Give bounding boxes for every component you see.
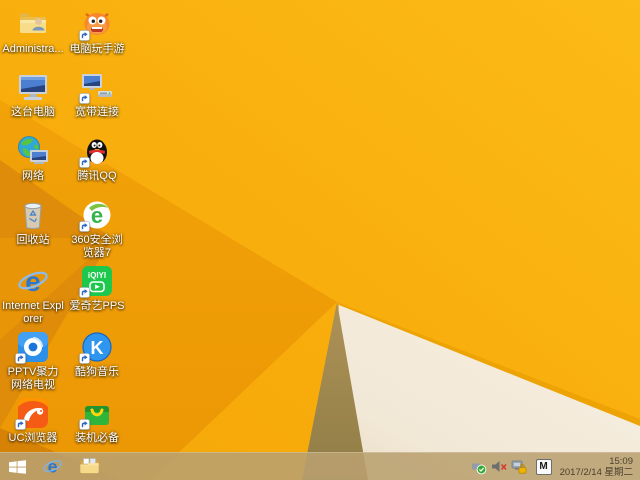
desktop-icon-network[interactable]: 网络 (2, 134, 64, 183)
taskbar-file-explorer-button[interactable] (71, 453, 108, 480)
desktop-icon-label: 酷狗音乐 (75, 366, 119, 378)
desktop-icon-label: UC浏览器 (8, 432, 58, 444)
pptv-icon (15, 330, 51, 364)
svg-text:e: e (25, 266, 41, 297)
desktop-icon-broadband-connection[interactable]: 宽带连接 (66, 70, 128, 119)
desktop-icon-label: PPTV聚力 网络电视 (7, 366, 59, 391)
svg-text:e: e (48, 456, 58, 476)
desktop-icon-pc-mobile-games[interactable]: 电脑玩手游 (66, 7, 128, 56)
desktop-icon-tencent-qq[interactable]: 腾讯QQ (66, 134, 128, 183)
desktop: Administra... 电脑玩手游 这台电脑 宽带连接 网络 腾讯QQ 回收站 e 360安… (0, 0, 640, 480)
recycle-bin-icon (15, 198, 51, 232)
desktop-icon-label: 腾讯QQ (77, 170, 117, 182)
desktop-icon-label: 这台电脑 (11, 106, 55, 118)
windows-logo-icon (8, 459, 26, 474)
uc-icon (15, 396, 51, 430)
desktop-icon-label: 网络 (22, 170, 44, 182)
monster-icon (79, 7, 115, 41)
safely-remove-hardware-icon[interactable] (471, 458, 488, 475)
desktop-icon-label: 电脑玩手游 (69, 43, 125, 55)
desktop-icon-pptv[interactable]: PPTV聚力 网络电视 (2, 330, 64, 391)
broadband-icon (79, 70, 115, 104)
clock-date: 2017/2/14 星期二 (559, 466, 633, 478)
desktop-icon-essential-apps[interactable]: 装机必备 (66, 396, 128, 445)
internet-explorer-icon: e (43, 456, 62, 476)
desktop-icon-administrator[interactable]: Administra... (2, 7, 64, 56)
desktop-icon-internet-explorer[interactable]: e Internet Explorer (2, 264, 64, 325)
desktop-icon-iqiyi-pps[interactable]: iQIYI 爱奇艺PPS (66, 264, 128, 313)
qq-penguin-icon (79, 134, 115, 168)
volume-muted-icon[interactable] (491, 458, 508, 475)
start-button[interactable] (0, 453, 34, 480)
desktop-icon-uc-browser[interactable]: UC浏览器 (2, 396, 64, 445)
taskbar-clock[interactable]: 15:09 2017/2/14 星期二 (560, 456, 633, 478)
desktop-icon-label: 爱奇艺PPS (69, 300, 125, 312)
clock-time: 15:09 (609, 455, 633, 467)
desktop-icon-this-pc[interactable]: 这台电脑 (2, 70, 64, 119)
desktop-icon-kugou-music[interactable]: K 酷狗音乐 (66, 330, 128, 379)
folder-user-icon (15, 7, 51, 41)
ie-icon: e (15, 264, 51, 298)
hardware-alert-icon[interactable] (511, 458, 528, 475)
globe-network-icon (15, 134, 51, 168)
system-tray: M (471, 453, 552, 480)
desktop-icon-label: 360安全浏览器7 (71, 234, 123, 259)
desktop-icon-label: 装机必备 (75, 432, 119, 444)
taskbar: e M 15:09 2017/2/14 星期二 (0, 452, 640, 480)
desktop-icon-label: Internet Explorer (2, 300, 64, 325)
input-method-indicator[interactable]: M (535, 458, 552, 475)
iqiyi-icon: iQIYI (79, 264, 115, 298)
svg-text:K: K (91, 338, 104, 358)
computer-icon (15, 70, 51, 104)
kugou-icon: K (79, 330, 115, 364)
browser-360-icon: e (79, 198, 115, 232)
svg-text:iQIYI: iQIYI (88, 271, 106, 280)
desktop-icon-label: Administra... (2, 43, 64, 55)
taskbar-internet-explorer-button[interactable]: e (34, 453, 71, 480)
app-bag-icon (79, 396, 115, 430)
desktop-icon-360-safe-browser[interactable]: e 360安全浏览器7 (66, 198, 128, 259)
desktop-icon-label: 回收站 (16, 234, 50, 246)
file-explorer-icon (80, 458, 99, 474)
desktop-icon-recycle-bin[interactable]: 回收站 (2, 198, 64, 247)
desktop-icon-label: 宽带连接 (75, 106, 119, 118)
